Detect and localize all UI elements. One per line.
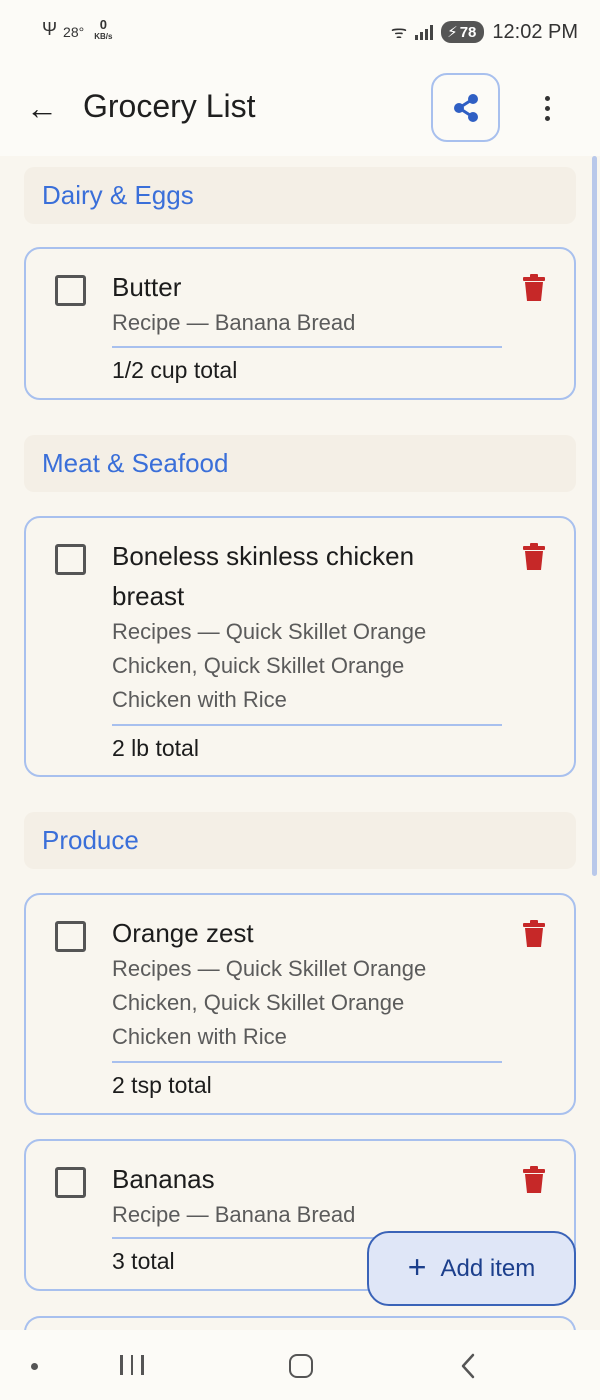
- item-name: Orange zest: [112, 918, 254, 948]
- delete-item-button[interactable]: [522, 274, 546, 302]
- signal-icon: [415, 24, 434, 40]
- more-options-button[interactable]: [530, 86, 564, 130]
- nav-dot-icon: [31, 1363, 38, 1370]
- item-name: Bananas: [112, 1164, 215, 1194]
- app-bar: ← Grocery List: [0, 64, 600, 156]
- item-quantity: 2 lb total: [112, 735, 199, 761]
- network-speed-unit: KB/s: [94, 32, 113, 41]
- item-quantity: 2 tsp total: [112, 1072, 212, 1098]
- item-divider: [112, 724, 502, 726]
- more-vertical-icon: [544, 95, 550, 101]
- page-title: Grocery List: [83, 88, 256, 124]
- arrow-left-icon: ←: [26, 90, 58, 126]
- item-quantity: 1/2 cup total: [112, 357, 238, 383]
- usb-icon: Ψ: [42, 19, 58, 39]
- item-recipe: Recipe — Banana Bread: [112, 1202, 356, 1227]
- section-header-produce: Produce: [24, 812, 576, 869]
- trash-icon: [523, 920, 545, 947]
- item-name: Boneless skinless chicken breast: [112, 541, 415, 611]
- item-divider: [112, 346, 502, 348]
- scrollbar[interactable]: [592, 156, 597, 876]
- list-item[interactable]: Orange zest Recipes — Quick Skillet Oran…: [24, 893, 576, 1115]
- item-divider: [112, 1061, 502, 1063]
- system-nav-bar: [0, 1330, 600, 1400]
- trash-icon: [523, 543, 545, 570]
- add-item-label: Add item: [440, 1254, 536, 1282]
- list-item[interactable]: Butter Recipe — Banana Bread 1/2 cup tot…: [24, 247, 576, 400]
- network-speed-value: 0: [99, 17, 107, 32]
- status-left: Ψ 28° 0 KB/s: [42, 17, 113, 42]
- battery-level: 78: [459, 23, 477, 41]
- delete-item-button[interactable]: [522, 543, 546, 571]
- temperature-indicator: 28°: [63, 24, 85, 40]
- section-header-label: Dairy & Eggs: [42, 180, 194, 210]
- system-back-button[interactable]: [460, 1352, 476, 1385]
- add-item-button[interactable]: + Add item: [367, 1231, 576, 1306]
- plus-icon: +: [407, 1249, 427, 1285]
- chevron-left-icon: [461, 1353, 475, 1379]
- section-header-label: Meat & Seafood: [42, 448, 229, 478]
- trash-icon: [523, 1166, 545, 1193]
- section-header-label: Produce: [42, 825, 139, 855]
- item-name: Butter: [112, 272, 182, 302]
- item-checkbox[interactable]: [55, 275, 86, 306]
- wifi-icon: ᯤ: [390, 22, 408, 42]
- charging-icon: ⚡: [447, 24, 458, 41]
- item-checkbox[interactable]: [55, 544, 86, 575]
- item-recipe: Recipe — Banana Bread: [112, 310, 356, 335]
- delete-item-button[interactable]: [522, 1166, 546, 1194]
- section-header-meat-seafood: Meat & Seafood: [24, 435, 576, 492]
- back-button[interactable]: ←: [22, 86, 62, 130]
- item-quantity: 3 total: [112, 1248, 175, 1274]
- delete-item-button[interactable]: [522, 920, 546, 948]
- share-icon: [453, 93, 478, 122]
- list-item[interactable]: [24, 1316, 576, 1330]
- status-bar: Ψ 28° 0 KB/s ᯤ ⚡ 78 12:02 PM: [0, 0, 600, 64]
- status-right: ᯤ ⚡ 78 12:02 PM: [391, 20, 578, 44]
- item-checkbox[interactable]: [55, 1167, 86, 1198]
- trash-icon: [523, 274, 545, 301]
- item-recipe: Recipes — Quick Skillet Orange Chicken, …: [112, 619, 427, 712]
- network-speed: 0 KB/s: [94, 17, 113, 42]
- item-checkbox[interactable]: [55, 921, 86, 952]
- battery-indicator: ⚡ 78: [441, 21, 485, 43]
- home-button[interactable]: [289, 1354, 313, 1378]
- recents-button[interactable]: [120, 1355, 144, 1375]
- clock: 12:02 PM: [492, 20, 578, 43]
- grocery-list[interactable]: Dairy & Eggs Butter Recipe — Banana Brea…: [0, 156, 600, 1330]
- share-button[interactable]: [431, 73, 500, 142]
- section-header-dairy-eggs: Dairy & Eggs: [24, 167, 576, 224]
- list-item[interactable]: Boneless skinless chicken breast Recipes…: [24, 516, 576, 777]
- item-recipe: Recipes — Quick Skillet Orange Chicken, …: [112, 956, 427, 1049]
